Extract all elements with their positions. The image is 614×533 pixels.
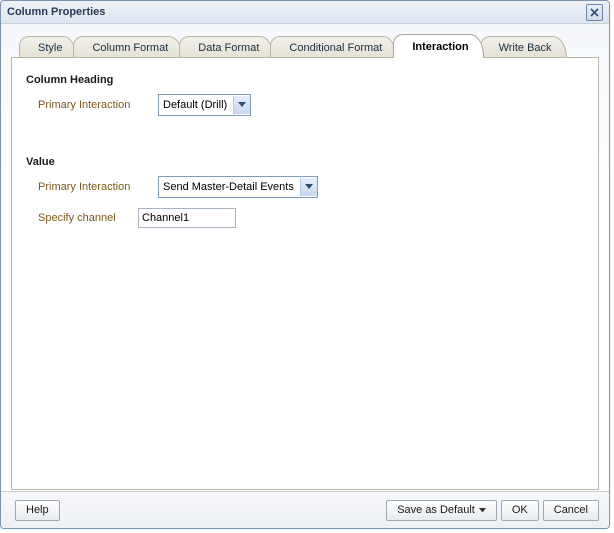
tab-label: Style [38, 42, 62, 54]
button-label: Cancel [554, 504, 588, 516]
titlebar: Column Properties [1, 1, 609, 24]
tab-label: Interaction [412, 41, 468, 53]
button-label: Help [26, 504, 49, 516]
tab-style[interactable]: Style [19, 36, 77, 58]
chevron-down-icon [305, 184, 313, 190]
chevron-down-icon [479, 508, 486, 513]
select-value: Send Master-Detail Events [163, 181, 300, 193]
section-title-column-heading: Column Heading [26, 74, 584, 86]
tab-panel-interaction: Column Heading Primary Interaction Defau… [11, 57, 599, 490]
tab-interaction[interactable]: Interaction [393, 34, 483, 58]
row-value-primary-interaction: Primary Interaction Send Master-Detail E… [38, 176, 584, 198]
dropdown-button[interactable] [233, 96, 250, 114]
tab-write-back[interactable]: Write Back [480, 36, 567, 58]
button-label: OK [512, 504, 528, 516]
ok-button[interactable]: OK [501, 500, 539, 521]
button-label: Save as Default [397, 504, 475, 516]
row-column-heading-primary-interaction: Primary Interaction Default (Drill) [38, 94, 584, 116]
select-column-heading-primary-interaction[interactable]: Default (Drill) [158, 94, 251, 116]
content-wrap: Column Heading Primary Interaction Defau… [1, 58, 609, 491]
dropdown-button[interactable] [300, 178, 317, 196]
tab-row: Style Column Format Data Format Conditio… [1, 32, 609, 58]
spacer [26, 126, 584, 152]
tab-data-format[interactable]: Data Format [179, 36, 274, 58]
input-specify-channel[interactable] [138, 208, 236, 228]
cancel-button[interactable]: Cancel [543, 500, 599, 521]
help-button[interactable]: Help [15, 500, 60, 521]
tab-conditional-format[interactable]: Conditional Format [270, 36, 397, 58]
label-primary-interaction: Primary Interaction [38, 99, 158, 111]
section-title-value: Value [26, 156, 584, 168]
select-value-primary-interaction[interactable]: Send Master-Detail Events [158, 176, 318, 198]
tab-column-format[interactable]: Column Format [73, 36, 183, 58]
label-specify-channel: Specify channel [38, 212, 138, 224]
close-button[interactable] [586, 4, 603, 21]
tab-label: Column Format [92, 42, 168, 54]
close-icon [590, 8, 599, 17]
save-as-default-button[interactable]: Save as Default [386, 500, 497, 521]
dialog-column-properties: Column Properties Style Column Format Da… [0, 0, 610, 529]
label-primary-interaction: Primary Interaction [38, 181, 158, 193]
footer: Help Save as Default OK Cancel [1, 491, 609, 528]
tab-label: Conditional Format [289, 42, 382, 54]
select-value: Default (Drill) [163, 99, 233, 111]
row-specify-channel: Specify channel [38, 208, 584, 228]
chevron-down-icon [238, 102, 246, 108]
dialog-title: Column Properties [7, 6, 586, 18]
tab-label: Data Format [198, 42, 259, 54]
tab-label: Write Back [499, 42, 552, 54]
